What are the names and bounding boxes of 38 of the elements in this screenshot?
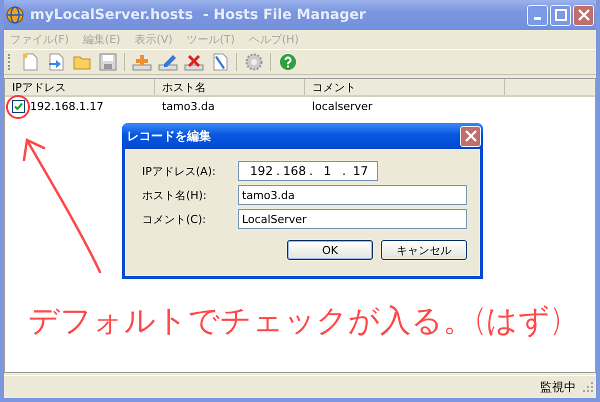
document-icon (20, 53, 38, 71)
maximize-icon (554, 9, 566, 21)
table-cell: localserver (312, 100, 372, 112)
pencil-row-icon (158, 53, 178, 71)
table-cell: tamo3.da (162, 100, 215, 112)
column-header[interactable]: IPアドレス (5, 79, 155, 95)
status-text: 監視中 (540, 378, 576, 396)
close-button[interactable] (460, 126, 481, 146)
field-label: ホスト名(H): (142, 188, 208, 202)
close-button[interactable] (573, 4, 594, 26)
close-icon (578, 9, 590, 21)
field-label: IPアドレス(A): (142, 164, 217, 178)
close-icon (464, 130, 476, 142)
minimize-button[interactable] (527, 4, 548, 26)
gear-icon (244, 53, 262, 71)
row-checkbox[interactable] (12, 100, 25, 112)
field-label: コメント(C): (142, 212, 207, 226)
text-field[interactable]: tamo3.da (238, 185, 467, 205)
dialog-title: レコードを編集 (127, 128, 211, 144)
column-header[interactable]: コメント (305, 79, 505, 95)
cancel-button[interactable]: キャンセル (381, 240, 467, 260)
ip-address-field[interactable]: 192 . 168 . 1 . 17 (238, 161, 378, 181)
minimize-icon (534, 17, 541, 20)
globe-icon (6, 6, 24, 24)
column-header[interactable]: ホスト名 (155, 79, 305, 95)
window-title: myLocalServer.hosts - Hosts File Manager (30, 7, 367, 23)
table-cell: 192.168.1.17 (30, 100, 104, 112)
document-arrow-icon (46, 53, 64, 71)
ok-button[interactable]: OK (287, 240, 373, 260)
add-row-icon (132, 53, 152, 71)
text-field[interactable]: LocalServer (238, 209, 467, 229)
help-icon (278, 53, 296, 71)
handwritten-note: デフォルトでチェックが入る。(はず) (28, 302, 562, 341)
resize-grip-icon (582, 381, 594, 393)
maximize-button[interactable] (550, 4, 571, 26)
pen-icon (210, 53, 228, 71)
annotation-circle (6, 95, 30, 119)
delete-row-icon (184, 53, 204, 71)
